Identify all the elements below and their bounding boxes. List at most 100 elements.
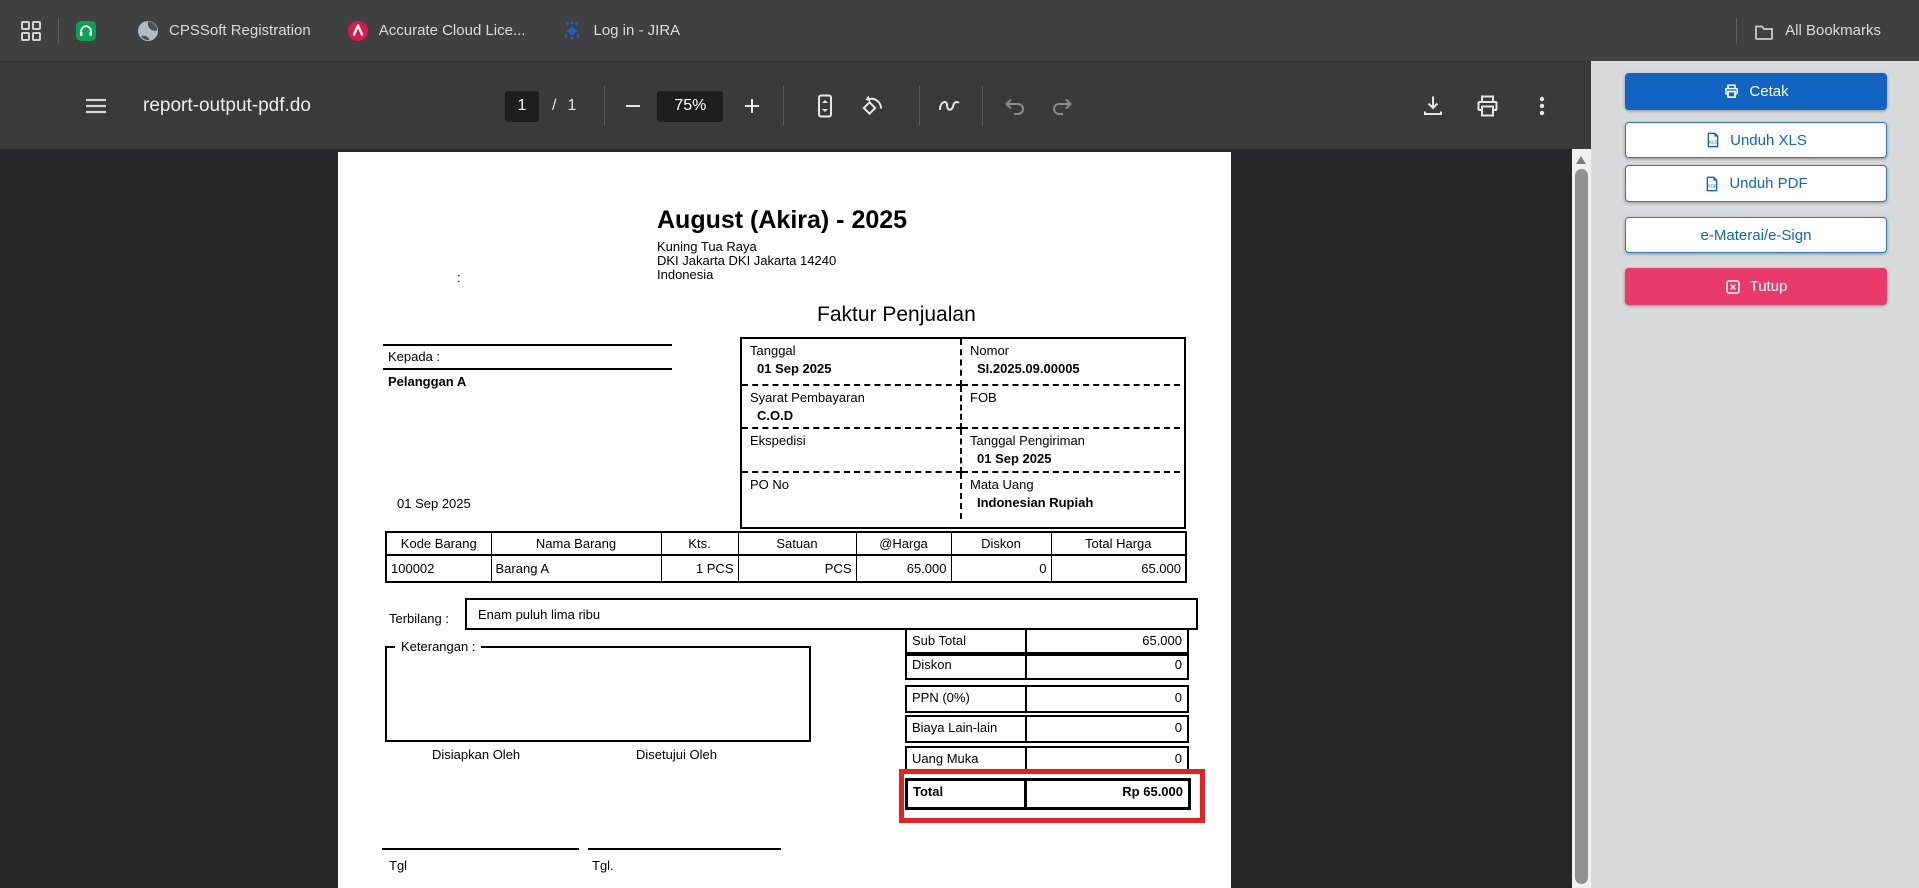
- all-bookmarks-button[interactable]: All Bookmarks: [1753, 20, 1881, 42]
- apps-grid-icon[interactable]: [20, 20, 42, 42]
- bookmark-label: CPSSoft Registration: [169, 22, 311, 39]
- summary-label: Biaya Lain-lain: [907, 717, 1027, 741]
- undo-button[interactable]: [1002, 93, 1028, 119]
- tgl-right-label: Tgl.: [592, 858, 614, 873]
- rotate-button[interactable]: [859, 93, 886, 120]
- pdf-toolbar: report-output-pdf.do 1 / 1 75%: [0, 61, 1591, 150]
- item-cell: 65.000: [1050, 555, 1187, 582]
- accurate-icon: [347, 20, 368, 41]
- kepada-label: Kepada :: [388, 349, 441, 364]
- keterangan-box: Keterangan :: [385, 639, 811, 742]
- scrollbar-up-arrow[interactable]: [1576, 156, 1586, 164]
- info-label: Mata Uang: [970, 477, 1034, 492]
- bookmark-cpssoft[interactable]: CPSSoft Registration: [137, 20, 311, 42]
- col-header: Kode Barang: [385, 531, 492, 556]
- page-total: 1: [567, 97, 577, 114]
- summary-row: Biaya Lain-lain 0: [905, 715, 1189, 743]
- info-label: Tanggal Pengiriman: [970, 433, 1085, 448]
- customer-name: Pelanggan A: [388, 374, 467, 389]
- info-label: Nomor: [970, 343, 1010, 358]
- cetak-button[interactable]: Cetak: [1625, 73, 1887, 110]
- info-label: Tanggal: [750, 343, 796, 358]
- zoom-in-button[interactable]: [741, 95, 763, 117]
- pdf-viewport: August (Akira) - 2025 Kuning Tua Raya DK…: [0, 149, 1591, 888]
- summary-row: Diskon 0: [905, 652, 1189, 680]
- bookmarks-separator: [58, 17, 59, 44]
- info-label: PO No: [750, 477, 790, 492]
- invoice-date: 01 Sep 2025: [397, 496, 471, 511]
- pdf-scrollbar[interactable]: [1572, 149, 1591, 888]
- pdf-icon-label: PDF: [1708, 183, 1717, 188]
- stray-colon: :: [457, 270, 461, 285]
- zoom-out-button[interactable]: [622, 95, 644, 117]
- address-line-2: DKI Jakarta DKI Jakarta 14240: [657, 253, 837, 268]
- info-label: Ekspedisi: [750, 433, 806, 448]
- zoom-level-input[interactable]: 75%: [657, 90, 724, 122]
- info-value: SI.2025.09.00005: [977, 361, 1080, 376]
- summary-value: 0: [1174, 751, 1182, 766]
- annotate-pen-icon[interactable]: [937, 93, 963, 119]
- summary-label: Uang Muka: [907, 748, 1027, 772]
- total-row: Total Rp 65.000: [905, 778, 1191, 810]
- unduh-pdf-label: Unduh PDF: [1729, 175, 1808, 192]
- ematerai-label: e-Materai/e-Sign: [1700, 226, 1812, 244]
- bookmark-accurate[interactable]: Accurate Cloud Lice...: [347, 20, 525, 42]
- disetujui-oleh-label: Disetujui Oleh: [636, 747, 717, 762]
- tutup-button[interactable]: Tutup: [1625, 268, 1887, 305]
- col-header: Diskon: [950, 531, 1052, 556]
- redo-button[interactable]: [1049, 93, 1075, 119]
- unduh-pdf-button[interactable]: PDF Unduh PDF: [1625, 165, 1887, 202]
- page-divider: /: [552, 97, 557, 114]
- invoice-page: August (Akira) - 2025 Kuning Tua Raya DK…: [338, 152, 1231, 888]
- summary-row: Uang Muka 0: [905, 746, 1189, 774]
- bookmark-jira[interactable]: Log in - JIRA: [561, 20, 680, 42]
- tutup-label: Tutup: [1749, 278, 1788, 295]
- menu-hamburger-icon[interactable]: [83, 93, 109, 119]
- document-title: report-output-pdf.do: [143, 95, 311, 116]
- invoice-info-table: Tanggal 01 Sep 2025 Nomor SI.2025.09.00005…: [740, 337, 1186, 529]
- all-bookmarks-label: All Bookmarks: [1785, 22, 1881, 39]
- item-cell: Barang A: [490, 555, 662, 582]
- action-sidebar: Cetak XLS Unduh XLS PDF Unduh PDF e-Mate…: [1591, 61, 1919, 888]
- summary-value: 0: [1174, 657, 1182, 672]
- summary-label: PPN (0%): [907, 687, 1027, 711]
- unduh-xls-button[interactable]: XLS Unduh XLS: [1625, 122, 1887, 158]
- unduh-xls-label: Unduh XLS: [1730, 131, 1807, 149]
- address-line-1: Kuning Tua Raya: [657, 239, 757, 254]
- item-cell: 65.000: [855, 555, 952, 582]
- summary-value: 0: [1174, 690, 1182, 705]
- keterangan-label: Keterangan :: [395, 639, 482, 654]
- info-value: Indonesian Rupiah: [977, 495, 1094, 510]
- bookmarks-separator: [1736, 17, 1738, 44]
- scrollbar-thumb[interactable]: [1575, 169, 1588, 884]
- invoice-period-title: August (Akira) - 2025: [657, 206, 908, 234]
- item-row: 100002 Barang A 1 PCS PCS 65.000 0 65.00…: [385, 555, 1187, 582]
- more-options-kebab-icon[interactable]: [1529, 93, 1555, 119]
- item-cell: 1 PCS: [660, 555, 739, 582]
- fit-to-page-button[interactable]: [812, 93, 838, 119]
- terbilang-text: Enam puluh lima ribu: [478, 606, 601, 622]
- disiapkan-oleh-label: Disiapkan Oleh: [432, 747, 521, 762]
- summary-label: Sub Total: [907, 630, 1027, 654]
- xls-icon-label: XLS: [1709, 139, 1718, 144]
- info-label: FOB: [970, 390, 997, 405]
- address-line-3: Indonesia: [657, 267, 714, 282]
- signature-line-right: [588, 848, 781, 850]
- download-icon[interactable]: [1420, 93, 1446, 119]
- kepada-rule-bottom: [383, 368, 672, 370]
- items-header-row: Kode Barang Nama Barang Kts. Satuan @Har…: [385, 531, 1187, 556]
- xls-file-icon: XLS: [1707, 132, 1719, 148]
- signature-line-left: [382, 848, 579, 850]
- page-number-input[interactable]: 1: [505, 90, 539, 122]
- ematerai-esign-button[interactable]: e-Materai/e-Sign: [1625, 217, 1887, 253]
- cetak-label: Cetak: [1749, 83, 1789, 100]
- info-value: 01 Sep 2025: [977, 451, 1052, 466]
- item-cell: 100002: [385, 555, 492, 582]
- info-value: C.O.D: [757, 408, 794, 423]
- col-header: Total Harga: [1050, 531, 1187, 556]
- kepada-rule-top: [383, 344, 672, 346]
- bookmarks-bar: CPSSoft Registration Accurate Cloud Lice…: [0, 0, 1919, 62]
- print-icon[interactable]: [1474, 93, 1501, 120]
- close-box-icon: [1725, 279, 1740, 294]
- bookmark-support[interactable]: [75, 20, 107, 42]
